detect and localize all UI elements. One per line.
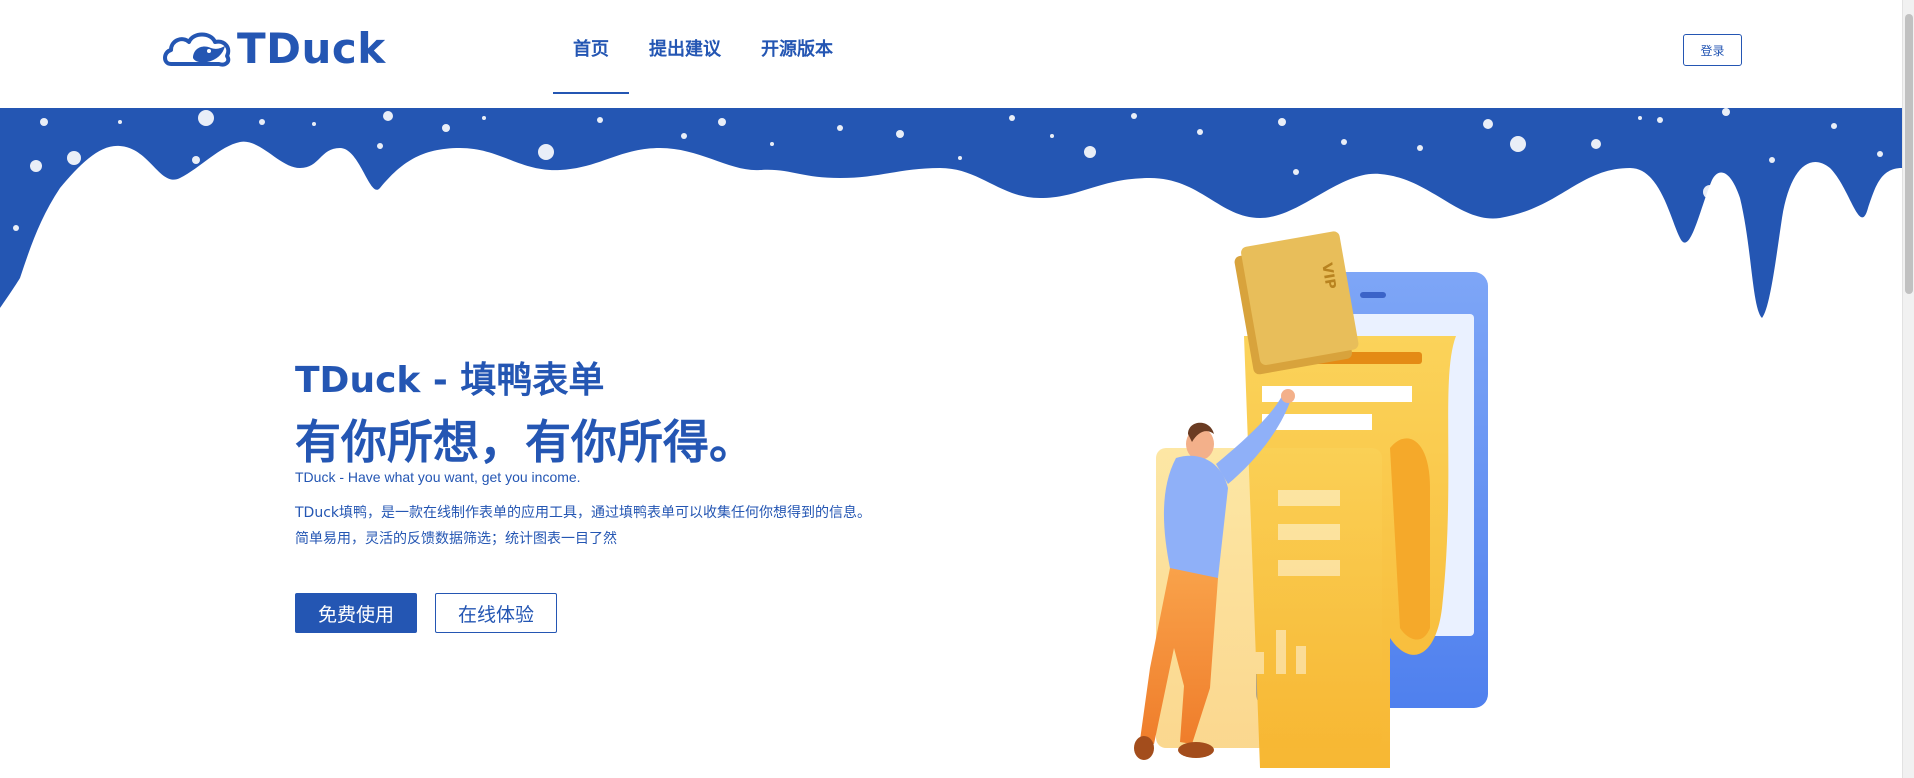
duck-cloud-logo-icon: [163, 32, 231, 66]
hero-description-line: TDuck填鸭，是一款在线制作表单的应用工具，通过填鸭表单可以收集任何你想得到的…: [295, 505, 872, 521]
hero-description-line: 简单易用，灵活的反馈数据筛选；统计图表一目了然: [295, 531, 617, 547]
vip-folder: VIP: [1234, 231, 1359, 375]
scrollbar-thumb[interactable]: [1905, 14, 1913, 294]
brand-logo[interactable]: TDuck: [163, 24, 386, 73]
snow-wave-banner: [0, 108, 1902, 318]
hero-illustration: VIP: [1134, 231, 1488, 768]
online-demo-button[interactable]: 在线体验: [435, 593, 557, 633]
login-button[interactable]: 登录: [1683, 34, 1742, 66]
hero-actions: 免费使用 在线体验: [295, 593, 557, 633]
main-nav: 首页 提出建议 开源版本: [553, 0, 853, 96]
nav-item-home[interactable]: 首页: [553, 0, 629, 96]
hero-slogan: 有你所想，有你所得。: [295, 415, 755, 469]
page: TDuck 首页 提出建议 开源版本 登录 TDuck - 填鸭表单 有你所想，…: [0, 0, 1914, 778]
hero-description: TDuck填鸭，是一款在线制作表单的应用工具，通过填鸭表单可以收集任何你想得到的…: [295, 500, 935, 552]
nav-item-open-source[interactable]: 开源版本: [741, 0, 853, 96]
free-use-button[interactable]: 免费使用: [295, 593, 417, 633]
page-scrollbar[interactable]: [1902, 0, 1914, 778]
brand-name: TDuck: [237, 24, 386, 73]
hero-subtitle-en: TDuck - Have what you want, get you inco…: [295, 469, 581, 485]
top-header: TDuck 首页 提出建议 开源版本 登录: [0, 0, 1902, 108]
nav-item-suggestion[interactable]: 提出建议: [629, 0, 741, 96]
hero-title: TDuck - 填鸭表单: [295, 360, 605, 401]
hero-content: TDuck - 填鸭表单 有你所想，有你所得。 TDuck - Have wha…: [295, 360, 935, 552]
